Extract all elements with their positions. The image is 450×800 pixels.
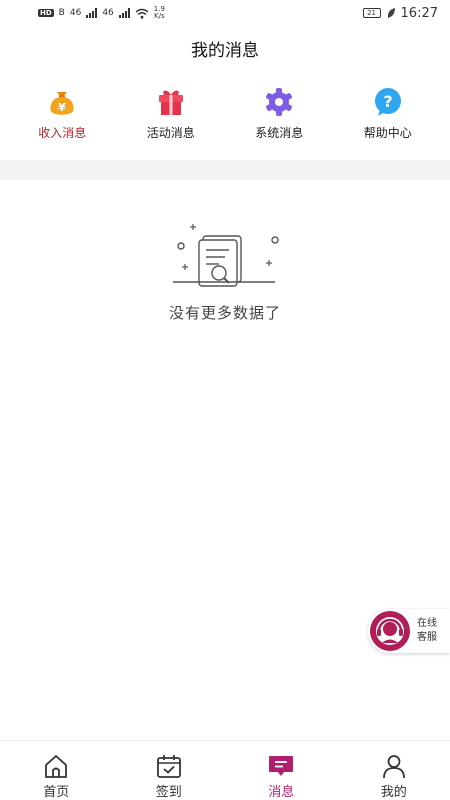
empty-state: 没有更多数据了: [0, 222, 450, 323]
signal-label-2: 46: [102, 8, 114, 18]
status-time: 16:27: [400, 5, 438, 21]
category-label: 系统消息: [255, 126, 304, 140]
status-bar: HD B 46 46 1.9 K/s 21 16:27: [0, 0, 450, 26]
online-service-label: 在线 客服: [417, 617, 437, 645]
message-icon: [265, 753, 297, 779]
service-line-1: 在线: [417, 618, 437, 629]
signal-icon-2: [118, 8, 130, 18]
tab-checkin[interactable]: 签到: [119, 741, 219, 800]
tab-mine[interactable]: 我的: [344, 741, 444, 800]
gear-icon: [263, 86, 295, 118]
help-icon: ?: [372, 86, 404, 118]
tab-label: 消息: [268, 785, 295, 800]
net-speed-unit: K/s: [154, 12, 165, 20]
user-icon: [378, 753, 410, 779]
calendar-check-icon: [153, 753, 185, 779]
empty-message: 没有更多数据了: [168, 304, 281, 322]
home-icon: [40, 753, 72, 779]
page-title: 我的消息: [191, 41, 259, 61]
service-line-2: 客服: [417, 632, 437, 643]
signal-icon: [86, 8, 98, 18]
leaf-icon: [387, 8, 395, 18]
wifi-icon: [135, 8, 149, 19]
net-speed: 1.9 K/s: [154, 6, 165, 20]
svg-text:?: ?: [383, 92, 392, 111]
battery-level: 21: [367, 9, 376, 17]
category-label: 帮助中心: [363, 126, 412, 140]
section-separator: [0, 160, 450, 180]
category-label: 收入消息: [38, 126, 87, 140]
headset-icon: [370, 611, 410, 651]
category-help-center[interactable]: ? 帮助中心: [338, 86, 438, 156]
battery-icon: 21: [362, 8, 381, 18]
tab-label: 我的: [380, 785, 407, 800]
tab-label: 签到: [155, 785, 182, 800]
tab-home[interactable]: 首页: [6, 741, 106, 800]
category-label: 活动消息: [146, 126, 195, 140]
category-system-messages[interactable]: 系统消息: [229, 86, 329, 156]
status-left: HD B 46 46 1.9 K/s: [38, 6, 165, 20]
network-type: B: [58, 8, 65, 18]
empty-document-search-icon: [173, 224, 279, 287]
tab-label: 首页: [43, 785, 70, 800]
hd-badge: HD: [38, 9, 54, 17]
online-service-button[interactable]: 在线 客服: [368, 609, 450, 653]
gift-icon: [155, 86, 187, 118]
status-right: 21 16:27: [362, 5, 438, 21]
bottom-tab-bar: 首页 签到 消息 我的: [0, 740, 450, 800]
message-categories: ¥ 收入消息 活动消息 系统消息 ? 帮助中心: [0, 86, 450, 156]
money-bag-icon: ¥: [46, 86, 78, 118]
category-activity-messages[interactable]: 活动消息: [121, 86, 221, 156]
signal-label-1: 46: [69, 8, 82, 18]
category-income-messages[interactable]: ¥ 收入消息: [12, 86, 112, 156]
tab-messages[interactable]: 消息: [231, 741, 331, 800]
svg-text:¥: ¥: [58, 101, 66, 114]
